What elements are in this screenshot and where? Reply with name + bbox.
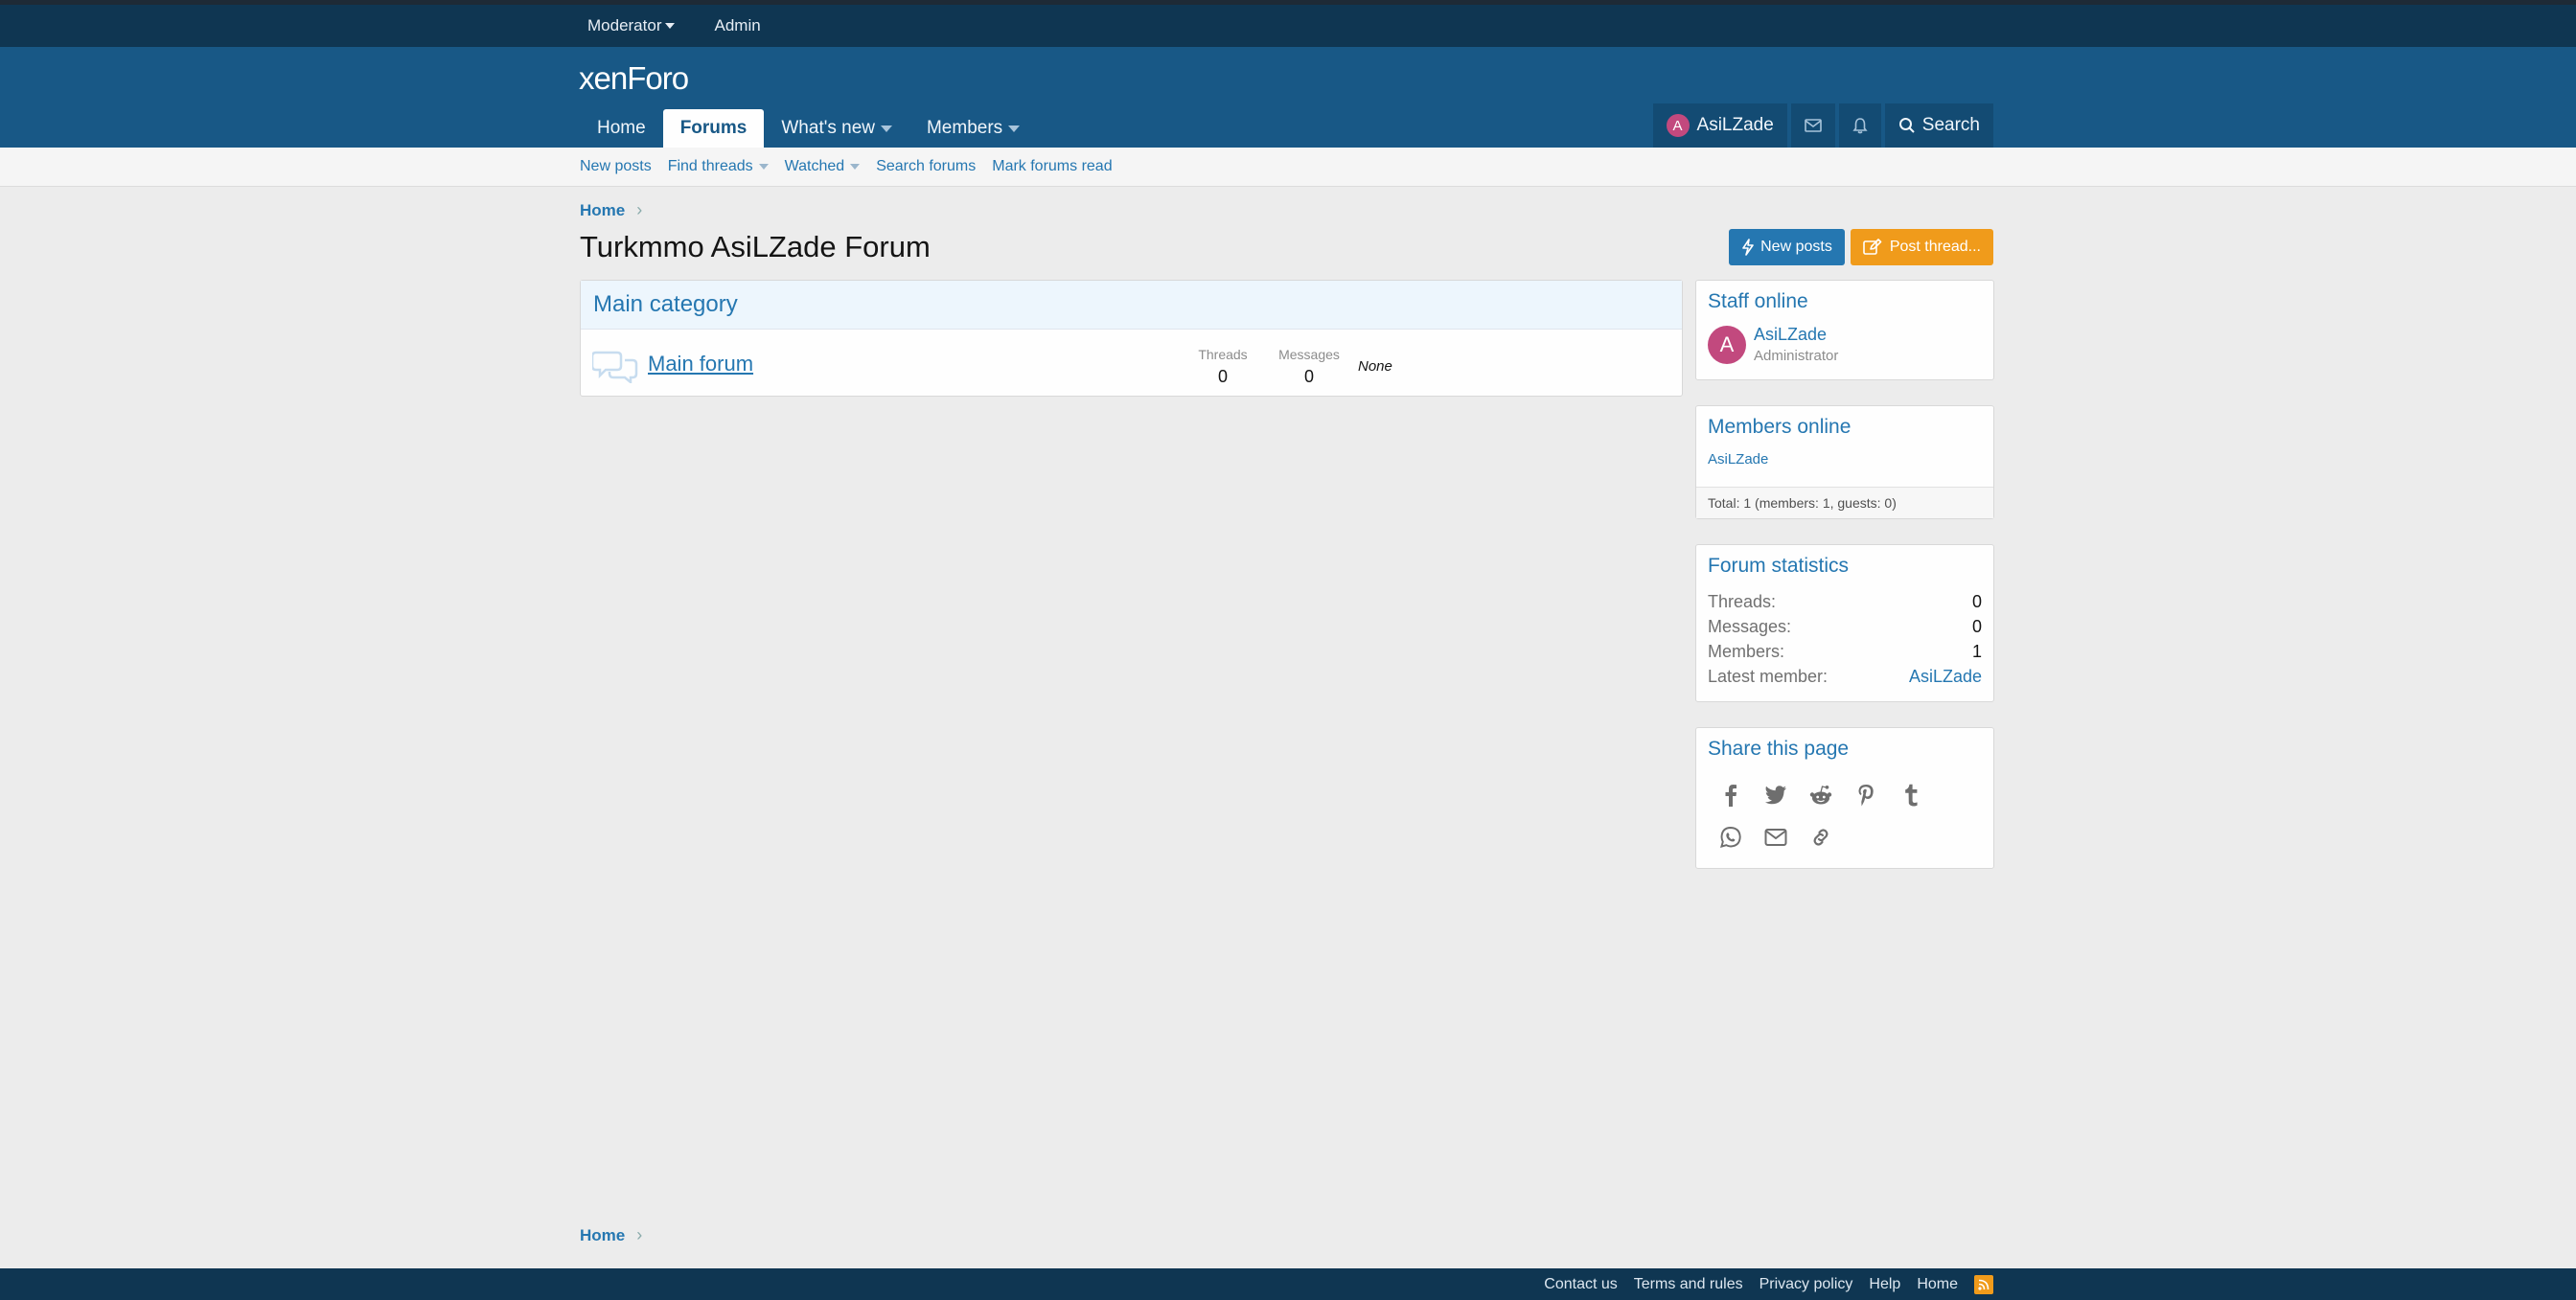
staff-bar: Moderator Admin: [0, 5, 2576, 47]
forum-statistics-block: Forum statistics Threads: 0 Messages: 0 Me…: [1695, 544, 1994, 702]
forum-statistics-title: Forum statistics: [1708, 555, 1850, 577]
staff-online-block: Staff online A AsiLZade Administrator: [1695, 280, 1994, 380]
sub-nav: New posts Find threads Watched Search fo…: [0, 148, 2576, 187]
breadcrumb-bottom: Home ›: [580, 1225, 642, 1245]
staff-member: A AsiLZade Administrator: [1696, 313, 1993, 364]
avatar[interactable]: A: [1708, 325, 1746, 364]
edit-icon: [1863, 239, 1882, 255]
whatsapp-icon[interactable]: [1708, 816, 1753, 858]
page-title: Turkmmo AsiLZade Forum: [580, 230, 931, 263]
tumblr-icon[interactable]: [1888, 774, 1933, 816]
members-online-block: Members online AsiLZade Total: 1 (member…: [1695, 405, 1994, 519]
stat-row-latest-member: Latest member: AsiLZade: [1708, 666, 1982, 687]
staff-name-link[interactable]: AsiLZade: [1754, 325, 1838, 345]
page-actions: New posts Post thread...: [1723, 229, 1993, 265]
nav-tab-home[interactable]: Home: [580, 109, 663, 148]
breadcrumb-home[interactable]: Home: [580, 201, 625, 220]
email-icon[interactable]: [1753, 816, 1798, 858]
main-nav: Home Forums What's new Members: [580, 109, 1037, 148]
forum-title-link[interactable]: Main forum: [648, 352, 753, 376]
bell-icon: [1852, 118, 1868, 134]
admin-link[interactable]: Admin: [706, 16, 768, 35]
site-footer: Contact us Terms and rules Privacy polic…: [0, 1268, 2576, 1300]
forum-icon: [592, 351, 638, 383]
footer-privacy-link[interactable]: Privacy policy: [1760, 1276, 1853, 1293]
chevron-down-icon: [758, 164, 769, 170]
nav-tab-forums[interactable]: Forums: [662, 109, 765, 148]
stat-row-threads: Threads: 0: [1708, 591, 1982, 611]
subnav-search-forums[interactable]: Search forums: [876, 158, 976, 175]
chevron-down-icon: [850, 164, 861, 170]
last-post: None: [1358, 358, 1392, 375]
subnav-new-posts[interactable]: New posts: [580, 158, 652, 175]
new-posts-button[interactable]: New posts: [1729, 229, 1845, 265]
moderator-menu[interactable]: Moderator: [580, 16, 682, 35]
nav-tab-whats-new[interactable]: What's new: [764, 109, 909, 148]
facebook-icon[interactable]: [1708, 774, 1753, 816]
link-icon[interactable]: [1798, 816, 1843, 858]
caret-down-icon: [665, 23, 676, 29]
envelope-icon: [1804, 119, 1822, 132]
subnav-watched[interactable]: Watched: [785, 158, 861, 175]
footer-contact-link[interactable]: Contact us: [1544, 1276, 1617, 1293]
alerts-button[interactable]: [1838, 103, 1881, 148]
latest-member-link[interactable]: AsiLZade: [1909, 667, 1982, 687]
chevron-right-icon: ›: [636, 1225, 643, 1244]
site-header: xenForo Home Forums What's new Members A…: [0, 47, 2576, 148]
chevron-down-icon[interactable]: [880, 125, 892, 132]
nav-tab-members[interactable]: Members: [909, 109, 1037, 148]
footer-help-link[interactable]: Help: [1869, 1276, 1900, 1293]
bolt-icon: [1742, 239, 1754, 256]
threads-stat: Threads 0: [1198, 347, 1248, 386]
twitter-icon[interactable]: [1753, 774, 1798, 816]
subnav-find-threads[interactable]: Find threads: [668, 158, 769, 175]
stat-row-messages: Messages: 0: [1708, 616, 1982, 636]
conversations-button[interactable]: [1790, 103, 1835, 148]
breadcrumb-home[interactable]: Home: [580, 1226, 625, 1245]
chevron-down-icon[interactable]: [1008, 125, 1021, 132]
share-buttons: [1696, 761, 1988, 858]
category-block: Main category Main forum Threads 0 Messa…: [580, 280, 1683, 397]
member-link[interactable]: AsiLZade: [1696, 439, 1993, 468]
account-nav: A AsiLZade Search: [1649, 103, 1993, 148]
breadcrumb: Home ›: [580, 200, 642, 220]
site-logo[interactable]: xenForo: [579, 60, 689, 97]
share-page-block: Share this page: [1695, 727, 1994, 869]
search-icon: [1898, 118, 1915, 133]
search-button[interactable]: Search: [1884, 103, 1993, 148]
category-title[interactable]: Main category: [581, 281, 1682, 330]
members-online-title[interactable]: Members online: [1696, 406, 1993, 439]
staff-online-title[interactable]: Staff online: [1696, 281, 1993, 313]
chevron-right-icon: ›: [636, 200, 643, 219]
subnav-mark-read[interactable]: Mark forums read: [992, 158, 1112, 175]
stat-row-members: Members: 1: [1708, 641, 1982, 661]
forum-row: Main forum Threads 0 Messages 0 None: [581, 330, 1682, 397]
footer-terms-link[interactable]: Terms and rules: [1634, 1276, 1743, 1293]
messages-stat: Messages 0: [1278, 347, 1340, 386]
footer-home-link[interactable]: Home: [1917, 1276, 1958, 1293]
reddit-icon[interactable]: [1798, 774, 1843, 816]
staff-role: Administrator: [1754, 348, 1839, 364]
share-page-title: Share this page: [1708, 738, 1850, 760]
pinterest-icon[interactable]: [1843, 774, 1888, 816]
avatar: A: [1666, 114, 1690, 137]
rss-icon[interactable]: [1974, 1274, 1993, 1294]
online-totals: Total: 1 (members: 1, guests: 0): [1696, 487, 1993, 518]
post-thread-button[interactable]: Post thread...: [1850, 229, 1993, 265]
account-button[interactable]: A AsiLZade: [1652, 103, 1787, 148]
